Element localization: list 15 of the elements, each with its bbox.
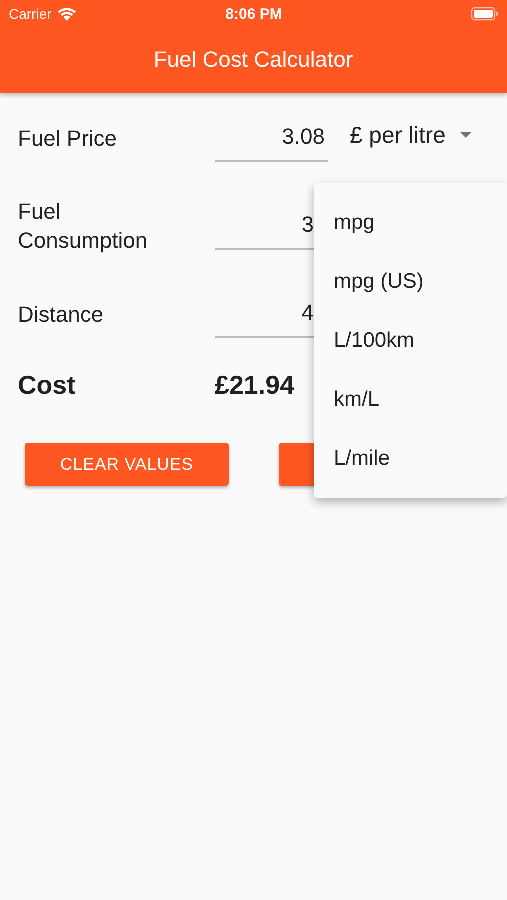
app-title: Fuel Cost Calculator	[152, 46, 354, 74]
field-label: Distance	[18, 300, 105, 328]
number-field[interactable]: 3.08	[215, 114, 328, 162]
dropdown-arrow-icon	[460, 132, 472, 138]
battery-icon	[470, 7, 499, 21]
carrier-label: Carrier	[9, 6, 52, 22]
field-label: Fuel Price	[18, 124, 118, 152]
menu-item[interactable]: km/L	[314, 370, 507, 429]
unit-dropdown[interactable]: £ per litre	[350, 122, 472, 154]
status-time: 8:06 PM	[226, 6, 282, 22]
cost-value: £21.94	[215, 370, 295, 400]
menu-item[interactable]: L/mile	[314, 429, 507, 488]
wifi-icon	[56, 6, 77, 22]
cost-label: Cost	[18, 370, 77, 400]
field-label: Fuel Consumption	[18, 198, 149, 255]
